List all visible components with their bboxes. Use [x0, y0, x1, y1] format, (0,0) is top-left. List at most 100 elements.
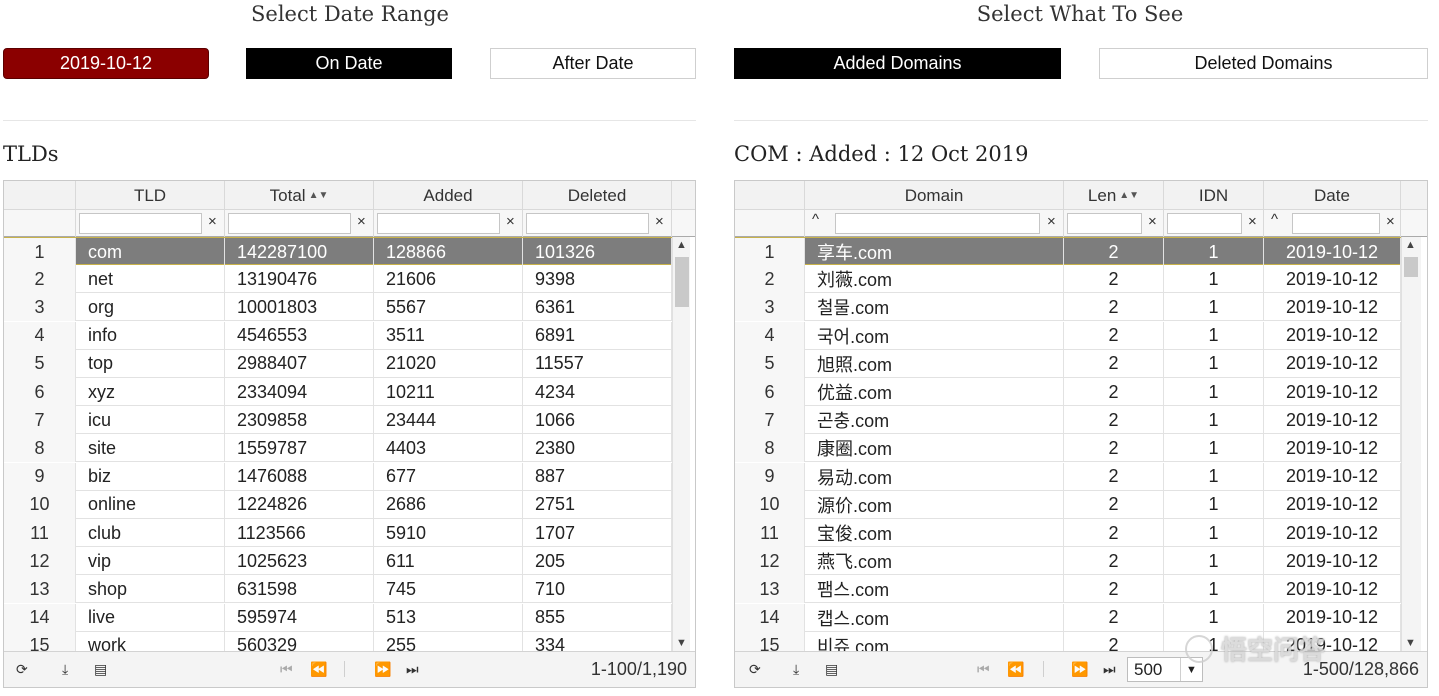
- table-row[interactable]: 10 online 1224826 2686 2751: [4, 490, 672, 519]
- next-page-icon[interactable]: ⏩: [1071, 661, 1088, 678]
- clear-filter-icon[interactable]: ×: [655, 213, 664, 230]
- clear-filter-icon[interactable]: ×: [1248, 213, 1257, 230]
- date-picker-button[interactable]: 2019-10-12: [3, 48, 209, 79]
- table-row[interactable]: 6 xyz 2334094 10211 4234: [4, 378, 672, 406]
- scroll-down-icon[interactable]: ▼: [1402, 635, 1419, 651]
- table-row[interactable]: 4 국어.com 2 1 2019-10-12: [735, 321, 1401, 350]
- len-filter-input[interactable]: [1067, 213, 1142, 234]
- table-row[interactable]: 2 刘薇.com 2 1 2019-10-12: [735, 265, 1401, 294]
- table-row[interactable]: 9 biz 1476088 677 887: [4, 462, 672, 491]
- scroll-thumb[interactable]: [1404, 257, 1418, 277]
- on-date-button[interactable]: On Date: [246, 48, 452, 79]
- scroll-up-icon[interactable]: ▲: [673, 237, 690, 253]
- added-filter-input[interactable]: [377, 213, 500, 234]
- domains-grid: Domain Len ▲▼ IDN Date ^ × × × ^ × 1 享车.com 2…: [734, 180, 1428, 688]
- clear-filter-icon[interactable]: ×: [506, 213, 515, 230]
- domains-vertical-scrollbar[interactable]: ▲ ▼: [1401, 237, 1421, 651]
- caret-up-icon[interactable]: ^: [812, 211, 819, 228]
- table-row[interactable]: 15 work 560329 255 334: [4, 631, 672, 651]
- table-row[interactable]: 1 com 142287100 128866 101326: [4, 237, 672, 266]
- table-row[interactable]: 14 live 595974 513 855: [4, 603, 672, 632]
- first-page-icon[interactable]: ⏮: [280, 661, 293, 678]
- table-row[interactable]: 12 vip 1025623 611 205: [4, 547, 672, 576]
- date-column-header[interactable]: Date: [1264, 181, 1401, 210]
- len-column-header[interactable]: Len ▲▼: [1064, 181, 1164, 210]
- deleted-column-header[interactable]: Deleted: [523, 181, 672, 210]
- table-row[interactable]: 6 优益.com 2 1 2019-10-12: [735, 378, 1401, 406]
- row-number: 1: [735, 238, 805, 266]
- deleted-domains-button[interactable]: Deleted Domains: [1099, 48, 1428, 79]
- table-row[interactable]: 5 旭照.com 2 1 2019-10-12: [735, 349, 1401, 378]
- tld-cell: biz: [76, 462, 225, 491]
- document-icon[interactable]: ▤: [94, 661, 107, 678]
- deleted-cell: 1066: [523, 406, 672, 435]
- row-number: 4: [4, 321, 76, 350]
- last-page-icon[interactable]: ⏭: [406, 661, 419, 678]
- row-number: 2: [735, 265, 805, 294]
- deleted-filter-input[interactable]: [526, 213, 649, 234]
- table-row[interactable]: 7 곤충.com 2 1 2019-10-12: [735, 406, 1401, 435]
- next-page-icon[interactable]: ⏩: [374, 661, 391, 678]
- clear-filter-icon[interactable]: ×: [1047, 213, 1056, 230]
- tld-cell: work: [76, 631, 225, 651]
- total-filter-input[interactable]: [228, 213, 351, 234]
- table-row[interactable]: 3 org 10001803 5567 6361: [4, 293, 672, 322]
- table-row[interactable]: 5 top 2988407 21020 11557: [4, 349, 672, 378]
- table-row[interactable]: 4 info 4546553 3511 6891: [4, 321, 672, 350]
- tlds-vertical-scrollbar[interactable]: ▲ ▼: [672, 237, 690, 651]
- table-row[interactable]: 7 icu 2309858 23444 1066: [4, 406, 672, 435]
- table-row[interactable]: 9 易动.com 2 1 2019-10-12: [735, 462, 1401, 491]
- total-cell: 560329: [225, 631, 374, 651]
- scroll-up-icon[interactable]: ▲: [1402, 237, 1419, 253]
- sort-icon[interactable]: ▲▼: [309, 190, 329, 201]
- table-row[interactable]: 11 宝俊.com 2 1 2019-10-12: [735, 519, 1401, 547]
- refresh-icon[interactable]: ⟳: [749, 661, 761, 678]
- refresh-icon[interactable]: ⟳: [16, 661, 28, 678]
- table-row[interactable]: 14 캡스.com 2 1 2019-10-12: [735, 603, 1401, 632]
- prev-page-icon[interactable]: ⏪: [310, 661, 327, 678]
- added-domains-button[interactable]: Added Domains: [734, 48, 1061, 79]
- table-row[interactable]: 8 康圈.com 2 1 2019-10-12: [735, 434, 1401, 463]
- prev-page-icon[interactable]: ⏪: [1007, 661, 1024, 678]
- table-row[interactable]: 13 팸스.com 2 1 2019-10-12: [735, 575, 1401, 604]
- last-page-icon[interactable]: ⏭: [1103, 661, 1116, 678]
- domain-filter-input[interactable]: [835, 213, 1040, 234]
- download-icon[interactable]: ⤓: [793, 661, 799, 678]
- total-column-header[interactable]: Total ▲▼: [225, 181, 374, 210]
- table-row[interactable]: 8 site 1559787 4403 2380: [4, 434, 672, 463]
- clear-filter-icon[interactable]: ×: [357, 213, 366, 230]
- first-page-icon[interactable]: ⏮: [977, 661, 990, 678]
- idn-column-header[interactable]: IDN: [1164, 181, 1264, 210]
- clear-filter-icon[interactable]: ×: [1386, 213, 1395, 230]
- deleted-cell: 101326: [523, 238, 672, 266]
- len-cell: 2: [1064, 378, 1164, 406]
- table-row[interactable]: 2 net 13190476 21606 9398: [4, 265, 672, 294]
- table-row[interactable]: 10 源价.com 2 1 2019-10-12: [735, 490, 1401, 519]
- filter-cell: ×: [374, 210, 523, 237]
- tld-column-header[interactable]: TLD: [76, 181, 225, 210]
- table-row[interactable]: 12 燕飞.com 2 1 2019-10-12: [735, 547, 1401, 576]
- table-row[interactable]: 13 shop 631598 745 710: [4, 575, 672, 604]
- sort-icon[interactable]: ▲▼: [1119, 190, 1139, 201]
- tld-filter-input[interactable]: [79, 213, 202, 234]
- added-column-header[interactable]: Added: [374, 181, 523, 210]
- table-row[interactable]: 3 철물.com 2 1 2019-10-12: [735, 293, 1401, 322]
- domain-column-header[interactable]: Domain: [805, 181, 1064, 210]
- date-filter-input[interactable]: [1292, 213, 1380, 234]
- idn-filter-input[interactable]: [1167, 213, 1242, 234]
- deleted-cell: 205: [523, 547, 672, 576]
- table-row[interactable]: 1 享车.com 2 1 2019-10-12: [735, 237, 1401, 266]
- scroll-down-icon[interactable]: ▼: [673, 635, 690, 651]
- caret-up-icon[interactable]: ^: [1271, 211, 1278, 228]
- row-number: 6: [4, 378, 76, 406]
- scroll-thumb[interactable]: [675, 257, 689, 307]
- download-icon[interactable]: ⤓: [62, 661, 68, 678]
- row-number: 6: [735, 378, 805, 406]
- clear-filter-icon[interactable]: ×: [208, 213, 217, 230]
- after-date-button[interactable]: After Date: [490, 48, 696, 79]
- clear-filter-icon[interactable]: ×: [1148, 213, 1157, 230]
- added-cell: 21020: [374, 349, 523, 378]
- table-row[interactable]: 11 club 1123566 5910 1707: [4, 519, 672, 547]
- document-icon[interactable]: ▤: [825, 661, 838, 678]
- row-number: 8: [735, 434, 805, 463]
